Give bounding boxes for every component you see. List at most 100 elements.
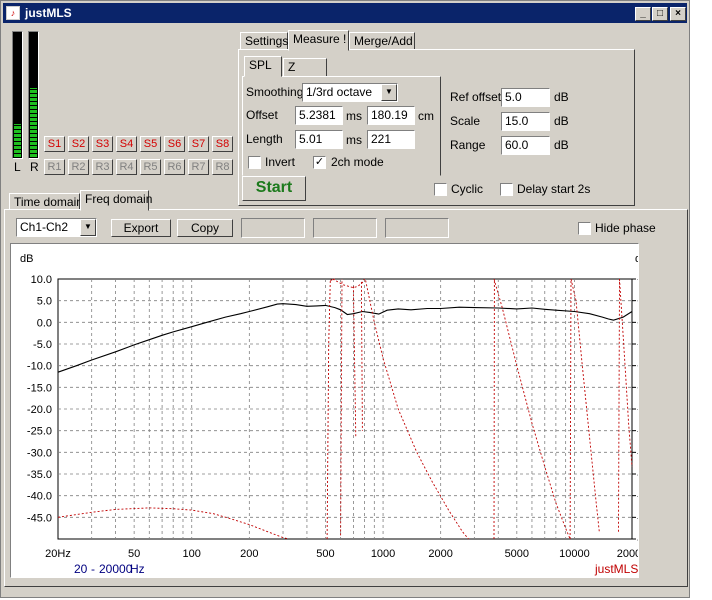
left-level-meter	[12, 31, 23, 159]
y-tick-label: -10.0	[27, 361, 52, 373]
y-tick-label: -45.0	[27, 512, 52, 524]
channel-value: Ch1-Ch2	[20, 220, 69, 234]
left-channel-label: L	[14, 160, 21, 174]
x-tick-label: 1000	[371, 548, 395, 560]
recall-slot-button-6[interactable]: R6	[164, 159, 185, 175]
start-button[interactable]: Start	[242, 176, 306, 201]
range-from-value: 20	[74, 562, 88, 576]
offset-ms-unit: ms	[346, 109, 362, 123]
save-slot-button-6[interactable]: S6	[164, 136, 185, 152]
range-unit: dB	[554, 138, 569, 152]
cyclic-label: Cyclic	[451, 182, 483, 196]
y-tick-label: 5.0	[37, 296, 52, 308]
length-label: Length	[246, 132, 283, 146]
range-field[interactable]: 60.0	[501, 136, 550, 155]
range-to-value: 20000	[99, 562, 133, 576]
range-dash: -	[91, 562, 95, 576]
copy-button[interactable]: Copy	[177, 219, 233, 237]
x-tick-label: 50	[128, 548, 140, 560]
invert-checkbox[interactable]	[248, 156, 261, 169]
x-tick-label: 500	[316, 548, 334, 560]
spl-subpanel: Smoothing 1/3rd octave ▼ Offset 5.2381 m…	[242, 76, 441, 176]
minimize-button[interactable]: _	[635, 7, 651, 21]
y-axis-label: dB	[20, 253, 33, 265]
hide-phase-checkbox[interactable]	[578, 222, 591, 235]
brand-label: justMLS	[595, 562, 639, 576]
tab-freq-domain[interactable]: Freq domain	[80, 190, 152, 211]
x-tick-label: 100	[183, 548, 201, 560]
save-slot-button-3[interactable]: S3	[92, 136, 113, 152]
title-bar[interactable]: ♪ justMLS _ □ ×	[3, 3, 687, 23]
y-tick-label: -35.0	[27, 469, 52, 481]
x-tick-label: 10000	[559, 548, 590, 560]
delay-start-checkbox[interactable]	[500, 183, 513, 196]
app-icon[interactable]: ♪	[6, 6, 20, 20]
save-slot-button-7[interactable]: S7	[188, 136, 209, 152]
recall-slot-button-2[interactable]: R2	[68, 159, 89, 175]
length-samples-field[interactable]: 221	[367, 130, 415, 149]
hide-phase-label: Hide phase	[595, 221, 656, 235]
y2-tick-label: +180	[637, 274, 638, 286]
readout-field-2	[313, 218, 377, 238]
y2-tick-label: -120	[637, 491, 638, 503]
chevron-down-icon[interactable]: ▼	[80, 219, 96, 236]
y-tick-label: -25.0	[27, 426, 52, 438]
smoothing-select[interactable]: 1/3rd octave ▼	[302, 83, 398, 102]
y2-tick-label: -30	[637, 426, 638, 438]
close-button[interactable]: ×	[670, 7, 686, 21]
frequency-response-chart[interactable]: 10.0 5.0 0.0 -5.0 -10.0 -15.0 -20.0 -25.0 -30.0 -…	[10, 243, 662, 578]
tab-spl[interactable]: SPL	[244, 56, 282, 77]
y-tick-label: -20.0	[27, 404, 52, 416]
channel-select[interactable]: Ch1-Ch2 ▼	[16, 218, 97, 237]
offset-cm-unit: cm	[418, 109, 434, 123]
y2-tick-label: +150	[637, 296, 638, 308]
y2-axis-label: deg	[635, 253, 638, 265]
readout-field-1	[241, 218, 305, 238]
export-button[interactable]: Export	[111, 219, 171, 237]
ref-offset-field[interactable]: 5.0	[501, 88, 550, 107]
x-tick-label: 20Hz	[45, 548, 71, 560]
offset-ms-field[interactable]: 5.2381	[295, 106, 343, 125]
save-slot-button-5[interactable]: S5	[140, 136, 161, 152]
recall-slot-button-3[interactable]: R3	[92, 159, 113, 175]
y2-tick-label: +90	[637, 339, 638, 351]
app-window: ♪ justMLS _ □ × L R Settings Measure ! M…	[0, 0, 690, 598]
save-slot-button-2[interactable]: S2	[68, 136, 89, 152]
tab-z[interactable]: Z	[283, 58, 327, 77]
y-tick-label: -30.0	[27, 447, 52, 459]
recall-slot-button-1[interactable]: R1	[44, 159, 65, 175]
left-level-fill	[14, 123, 21, 157]
right-channel-label: R	[30, 160, 39, 174]
y2-tick-label: -90	[637, 469, 638, 481]
y2-tick-label: -150	[637, 512, 638, 524]
save-slot-button-1[interactable]: S1	[44, 136, 65, 152]
offset-cm-field[interactable]: 180.19	[367, 106, 415, 125]
ref-offset-label: Ref offset	[450, 90, 502, 104]
save-slot-button-4[interactable]: S4	[116, 136, 137, 152]
two-channel-checkbox[interactable]: ✓	[313, 156, 326, 169]
range-label: Range	[450, 138, 486, 152]
frequency-response-plot: 10.0 5.0 0.0 -5.0 -10.0 -15.0 -20.0 -25.0 -30.0 -…	[20, 253, 662, 560]
recall-slot-button-4[interactable]: R4	[116, 159, 137, 175]
scale-label: Scale	[450, 114, 481, 128]
scale-unit: dB	[554, 114, 569, 128]
y-tick-label: -5.0	[33, 339, 52, 351]
scale-field[interactable]: 15.0	[501, 112, 550, 131]
maximize-button[interactable]: □	[652, 7, 668, 21]
recall-slot-button-8[interactable]: R8	[212, 159, 233, 175]
cyclic-checkbox[interactable]	[434, 183, 447, 196]
x-tick-label: 2000	[428, 548, 452, 560]
x-tick-label: 20000	[617, 548, 638, 560]
recall-slot-button-7[interactable]: R7	[188, 159, 209, 175]
recall-slot-button-5[interactable]: R5	[140, 159, 161, 175]
smoothing-value: 1/3rd octave	[306, 85, 373, 99]
length-ms-field[interactable]: 5.01	[295, 130, 343, 149]
tab-measure[interactable]: Measure !	[288, 30, 349, 51]
save-slot-button-8[interactable]: S8	[212, 136, 233, 152]
y2-tick-label: +30	[637, 382, 638, 394]
right-level-fill	[30, 87, 37, 157]
y2-tick-label: -60	[637, 447, 638, 459]
y2-tick-label: +120	[637, 317, 638, 329]
y2-tick-label: +60	[637, 361, 638, 373]
chevron-down-icon[interactable]: ▼	[381, 84, 397, 101]
